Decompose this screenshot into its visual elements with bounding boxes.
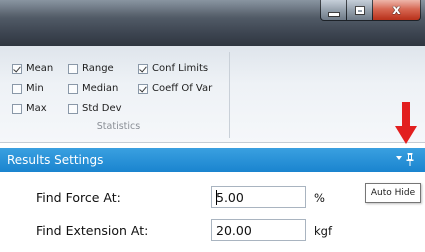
ribbon: Mean Min Max Range Median Std Dev Conf L… — [0, 46, 425, 143]
checkbox-median-box[interactable] — [68, 83, 78, 94]
find-force-label: Find Force At: — [36, 190, 121, 205]
statistics-group: Mean Min Max Range Median Std Dev Conf L… — [8, 52, 230, 138]
checkbox-range-label: Range — [82, 63, 114, 74]
find-extension-unit: kgf — [314, 224, 333, 238]
auto-hide-tooltip: Auto Hide — [365, 183, 421, 203]
window-controls: x — [320, 0, 421, 22]
maximize-button[interactable] — [347, 0, 373, 21]
checkbox-min-box[interactable] — [12, 83, 22, 94]
checkbox-mean[interactable]: Mean — [12, 63, 53, 74]
checkbox-std-dev-box[interactable] — [68, 103, 78, 114]
checkbox-median[interactable]: Median — [68, 83, 118, 94]
find-extension-value: 20.00 — [216, 223, 252, 238]
close-button[interactable]: x — [373, 0, 421, 21]
checkbox-min-label: Min — [26, 83, 44, 94]
red-arrow-icon — [395, 102, 417, 144]
text-caret — [216, 190, 217, 205]
checkbox-max-label: Max — [26, 103, 47, 114]
checkbox-conf-limits-label: Conf Limits — [152, 63, 209, 74]
find-force-value: 5.00 — [216, 190, 244, 205]
checkbox-range-box[interactable] — [68, 63, 78, 74]
checkbox-range[interactable]: Range — [68, 63, 114, 74]
checkbox-mean-label: Mean — [26, 63, 54, 74]
checkbox-min[interactable]: Min — [12, 83, 44, 94]
find-force-input[interactable]: 5.00 — [211, 186, 306, 208]
checkbox-conf-limits[interactable]: Conf Limits — [138, 63, 208, 74]
find-extension-label: Find Extension At: — [36, 223, 149, 238]
checkbox-conf-limits-box[interactable] — [138, 63, 148, 74]
checkbox-coeff-of-var-box[interactable] — [138, 83, 148, 94]
find-force-unit: % — [314, 191, 325, 205]
find-extension-input[interactable]: 20.00 — [211, 219, 306, 241]
close-icon: x — [392, 2, 401, 18]
panel-title: Results Settings — [7, 153, 104, 167]
checkbox-std-dev-label: Std Dev — [82, 103, 122, 114]
checkbox-coeff-of-var[interactable]: Coeff Of Var — [138, 83, 212, 94]
checkbox-mean-box[interactable] — [12, 63, 22, 74]
results-settings-header: Results Settings — [0, 148, 425, 172]
maximize-icon — [355, 6, 364, 14]
pin-icon[interactable] — [406, 153, 414, 167]
checkbox-median-label: Median — [82, 83, 119, 94]
statistics-group-title: Statistics — [96, 121, 141, 132]
window-title-bar: x — [0, 0, 425, 46]
checkbox-max-box[interactable] — [12, 103, 22, 114]
minimize-icon — [328, 12, 339, 16]
checkbox-std-dev[interactable]: Std Dev — [68, 103, 122, 114]
minimize-button[interactable] — [320, 0, 347, 21]
checkbox-max[interactable]: Max — [12, 103, 47, 114]
checkbox-coeff-of-var-label: Coeff Of Var — [152, 83, 213, 94]
dropdown-arrow-icon[interactable] — [396, 156, 402, 160]
